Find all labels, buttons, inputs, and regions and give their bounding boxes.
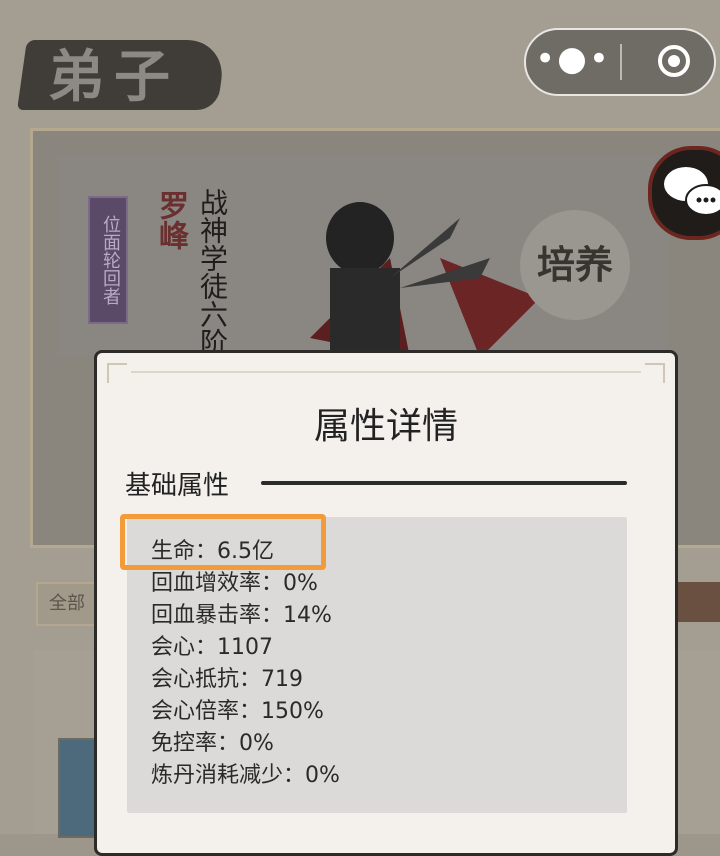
stat-row: 会心抵抗：719 xyxy=(151,667,303,692)
modal-top-line xyxy=(131,371,641,373)
character-figure xyxy=(310,202,540,358)
character-rank: 战神学徒六阶 xyxy=(196,188,229,356)
stat-row: 会心：1107 xyxy=(151,635,273,660)
attribute-detail-modal: 属性详情 基础属性 生命：6.5亿 回血增效率：0% 回血暴击率：14% 会心：… xyxy=(94,350,678,856)
capsule-divider xyxy=(620,44,622,80)
stat-row: 会心倍率：150% xyxy=(151,699,324,724)
stat-row: 免控率：0% xyxy=(151,731,274,756)
character-badge: 位面轮回者 xyxy=(88,196,128,324)
modal-title: 属性详情 xyxy=(313,406,458,447)
target-close-icon[interactable] xyxy=(657,44,691,78)
section-divider xyxy=(261,481,627,485)
highlight-box xyxy=(120,514,326,570)
more-dots-icon[interactable]: •●• xyxy=(526,30,620,94)
filter-all-tab[interactable]: 全部 xyxy=(36,582,98,626)
corner-ornament xyxy=(645,363,665,383)
section-title: 基础属性 xyxy=(125,471,230,501)
stat-row: 回血暴击率：14% xyxy=(151,603,332,628)
character-name: 罗峰 xyxy=(153,190,188,250)
filter-right-button[interactable] xyxy=(672,582,720,622)
page-title: 弟子 xyxy=(48,44,180,110)
cultivate-button[interactable]: 培养 xyxy=(520,210,630,320)
stat-row: 炼丹消耗减少：0% xyxy=(151,763,340,788)
mini-program-capsule: •●• xyxy=(524,28,716,96)
chat-bubbles-icon[interactable] xyxy=(648,146,720,240)
corner-ornament xyxy=(107,363,127,383)
